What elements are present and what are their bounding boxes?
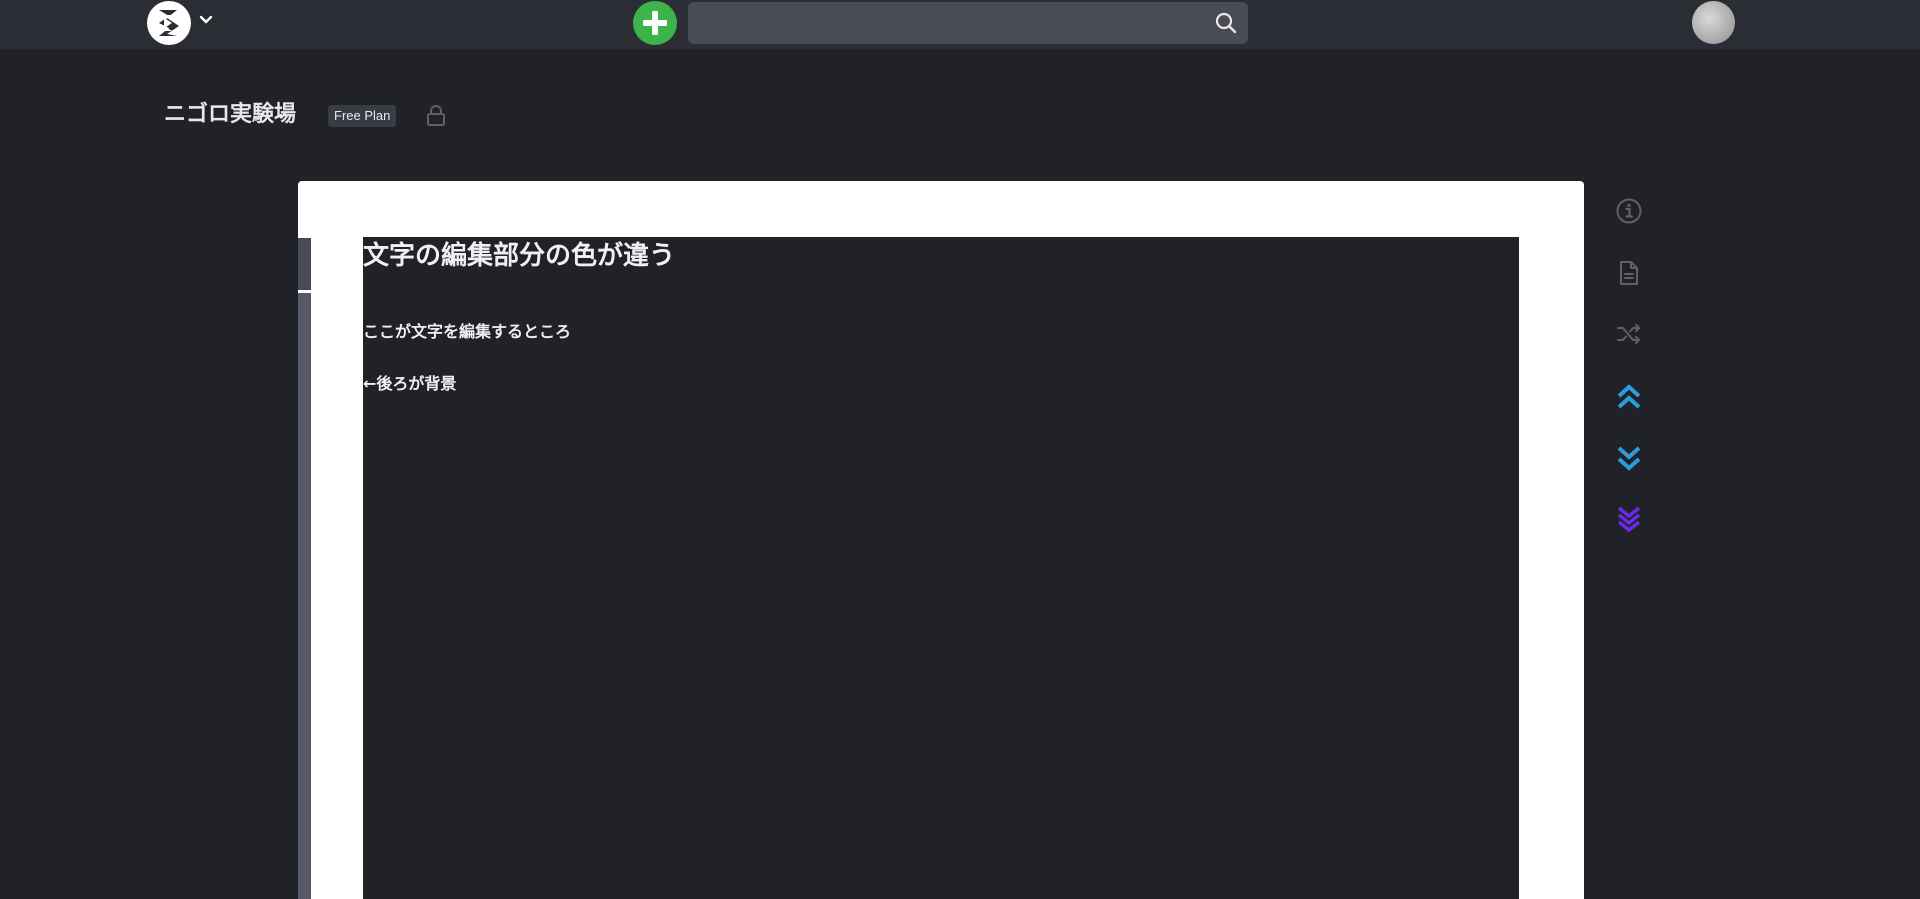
plan-badge: Free Plan — [328, 105, 397, 127]
lock-icon[interactable] — [424, 103, 448, 127]
scroll-to-top-icon[interactable] — [1615, 383, 1643, 411]
new-page-button[interactable] — [633, 1, 677, 45]
scrapbox-logo-icon[interactable] — [147, 1, 191, 45]
page-title[interactable]: 文字の編集部分の色が違う — [363, 239, 675, 273]
title-line-marker — [298, 238, 311, 293]
top-bar — [0, 0, 1920, 49]
chevron-down-icon[interactable] — [199, 13, 213, 27]
project-name[interactable]: ニゴロ実験場 — [164, 99, 296, 131]
plus-circle-icon — [643, 11, 667, 35]
search-input[interactable] — [688, 2, 1248, 44]
line-gutter — [298, 238, 311, 899]
page-line[interactable]: ←後ろが背景 — [363, 373, 456, 395]
scroll-to-bottom-icon[interactable] — [1615, 444, 1643, 472]
shuffle-icon[interactable] — [1615, 320, 1643, 348]
info-icon[interactable] — [1615, 197, 1643, 225]
search-icon[interactable] — [1214, 11, 1238, 35]
scroll-to-bottom-deep-icon[interactable] — [1615, 504, 1643, 532]
user-avatar[interactable] — [1692, 1, 1735, 44]
page-icon[interactable] — [1615, 259, 1643, 287]
page-line[interactable]: ここが文字を編集するところ — [363, 321, 571, 343]
page-editor[interactable]: 文字の編集部分の色が違う ここが文字を編集するところ ←後ろが背景 — [363, 237, 1519, 899]
